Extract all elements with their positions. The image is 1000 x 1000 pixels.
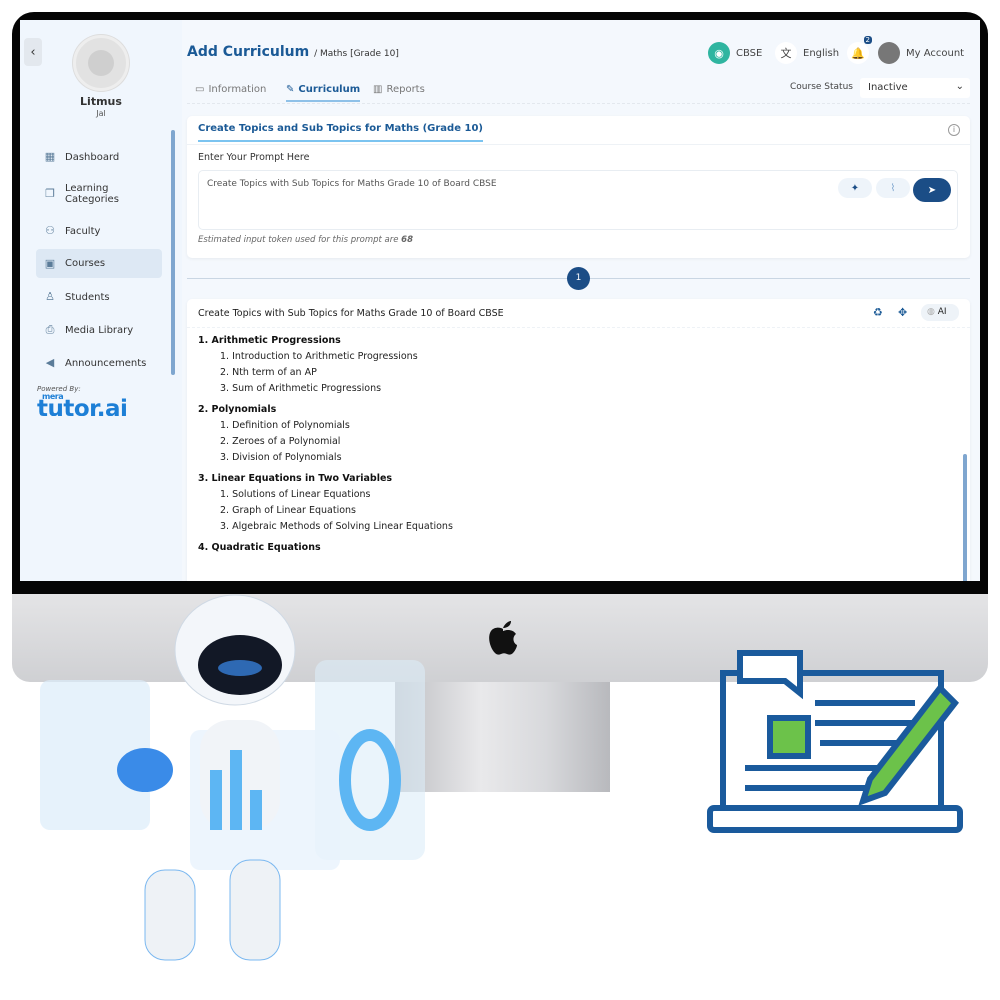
sidebar: ‹ Litmus Jal ▦ Dashboard ❐ Learning Catego… [20, 20, 182, 581]
sidebar-scrollbar[interactable] [171, 130, 175, 375]
topic-heading: 2. Polynomials [198, 404, 277, 415]
result-title: Create Topics with Sub Topics for Maths … [198, 308, 504, 319]
apple-logo-icon [489, 621, 517, 655]
sidebar-item-students[interactable]: ♙ Students [36, 287, 162, 307]
topic-heading: 3. Linear Equations in Two Variables [198, 473, 393, 484]
app-screen: ‹ Litmus Jal ▦ Dashboard ❐ Learning Catego… [20, 20, 980, 581]
information-icon: ▭ [195, 84, 205, 95]
brand-logo: mera tutor.ai [37, 392, 128, 416]
ai-button[interactable]: ◍ AI [921, 304, 959, 321]
breadcrumb: / Maths [Grade 10] [314, 49, 399, 59]
org-sub: Jal [96, 109, 106, 118]
divider [187, 103, 970, 104]
tab-information[interactable]: ▭ Information [195, 84, 266, 100]
move-icon[interactable]: ✥ [898, 306, 907, 319]
sidebar-item-label: Learning Categories [65, 183, 119, 205]
cbse-logo-icon: ◉ [708, 42, 730, 64]
subtopic-item: 1. Introduction to Arithmetic Progressio… [220, 351, 418, 362]
language-selector[interactable]: 文 English [775, 42, 839, 64]
subtopic-item: 2. Nth term of an AP [220, 367, 317, 378]
subtopic-item: 2. Zeroes of a Polynomial [220, 436, 341, 447]
subtopic-item: 3. Sum of Arithmetic Progressions [220, 383, 382, 394]
magic-wand-button[interactable]: ✦ [838, 178, 872, 198]
sidebar-item-label: Courses [65, 258, 106, 269]
prompt-card-title: Create Topics and Sub Topics for Maths (… [198, 123, 483, 142]
regenerate-icon[interactable]: ♻ [873, 306, 883, 319]
sidebar-item-label: Media Library [65, 324, 134, 336]
send-icon: ➤ [927, 184, 937, 196]
prompt-label: Enter Your Prompt Here [198, 152, 310, 163]
board-selector[interactable]: ◉ CBSE [708, 42, 762, 64]
bell-icon: 🔔 2 [847, 36, 872, 64]
sidebar-item-label: Dashboard [65, 151, 120, 163]
sidebar-item-label: Students [65, 291, 110, 303]
topic-heading: 1. Arithmetic Progressions [198, 335, 341, 346]
subtopic-item: 3. Algebraic Methods of Solving Linear E… [220, 521, 453, 532]
student-icon: ♙ [45, 290, 55, 303]
robot-illustration [40, 594, 425, 961]
faculty-icon: ⚇ [45, 224, 55, 237]
sidebar-item-dashboard[interactable]: ▦ Dashboard [36, 147, 162, 167]
tab-curriculum[interactable]: ✎ Curriculum [286, 84, 361, 102]
brain-icon: ◍ [927, 307, 935, 317]
sidebar-item-announcements[interactable]: ◀ Announcements [36, 353, 162, 373]
subtopic-item: 3. Division of Polynomials [220, 452, 342, 463]
sidebar-item-faculty[interactable]: ⚇ Faculty [36, 221, 162, 241]
chevron-left-icon: ‹ [30, 44, 36, 60]
send-button[interactable]: ➤ [913, 178, 951, 202]
tab-reports[interactable]: ▥ Reports [373, 84, 425, 100]
prompt-card: Create Topics and Sub Topics for Maths (… [187, 116, 970, 258]
info-icon[interactable]: i [948, 124, 960, 136]
subtopic-item: 1. Definition of Polynomials [220, 420, 350, 431]
subtopic-item: 1. Solutions of Linear Equations [220, 489, 371, 500]
page-title: Add Curriculum / Maths [Grade 10] [187, 44, 399, 60]
notification-badge: 2 [863, 36, 872, 44]
account-label: My Account [906, 47, 965, 59]
translate-icon: 文 [775, 42, 797, 64]
reports-icon: ▥ [373, 84, 383, 95]
avatar [878, 42, 900, 64]
paperclip-icon: ⌇ [890, 182, 896, 194]
topic-heading: 4. Quadratic Equations [198, 542, 321, 553]
language-label: English [803, 47, 840, 59]
dashboard-icon: ▦ [44, 150, 56, 163]
course-status-select[interactable]: Inactive ⌄ [860, 78, 970, 98]
collapse-sidebar-button[interactable]: ‹ [24, 38, 42, 66]
sidebar-item-label: Faculty [65, 225, 101, 237]
token-note: Estimated input token used for this prom… [198, 235, 414, 245]
magic-wand-icon: ✦ [850, 182, 860, 194]
categories-icon: ❐ [45, 187, 55, 200]
courses-icon: ▣ [44, 256, 56, 270]
org-logo [73, 35, 129, 91]
document-edit-icon [707, 650, 963, 833]
result-card: Create Topics with Sub Topics for Maths … [187, 299, 970, 581]
notifications-button[interactable]: 🔔 2 [847, 36, 872, 64]
sidebar-item-courses[interactable]: ▣ Courses [36, 249, 162, 278]
media-icon: ⎙ [45, 323, 55, 336]
topic-outline: 1. Arithmetic Progressions 1. Introductio… [198, 335, 453, 553]
curriculum-icon: ✎ [286, 84, 295, 95]
megaphone-icon: ◀ [45, 356, 55, 369]
account-menu[interactable]: My Account [878, 42, 964, 64]
chevron-down-icon: ⌄ [955, 81, 964, 92]
step-indicator[interactable]: 1 [567, 267, 590, 290]
org-name: Litmus [80, 95, 122, 108]
course-status-label: Course Status [790, 82, 853, 92]
sidebar-item-learning-categories[interactable]: ❐ Learning Categories [36, 180, 162, 208]
sidebar-item-media-library[interactable]: ⎙ Media Library [36, 320, 162, 340]
board-label: CBSE [736, 47, 763, 59]
content-scrollbar[interactable] [963, 454, 967, 581]
sidebar-item-label: Announcements [65, 357, 147, 369]
attach-button[interactable]: ⌇ [876, 178, 910, 198]
subtopic-item: 2. Graph of Linear Equations [220, 505, 356, 516]
